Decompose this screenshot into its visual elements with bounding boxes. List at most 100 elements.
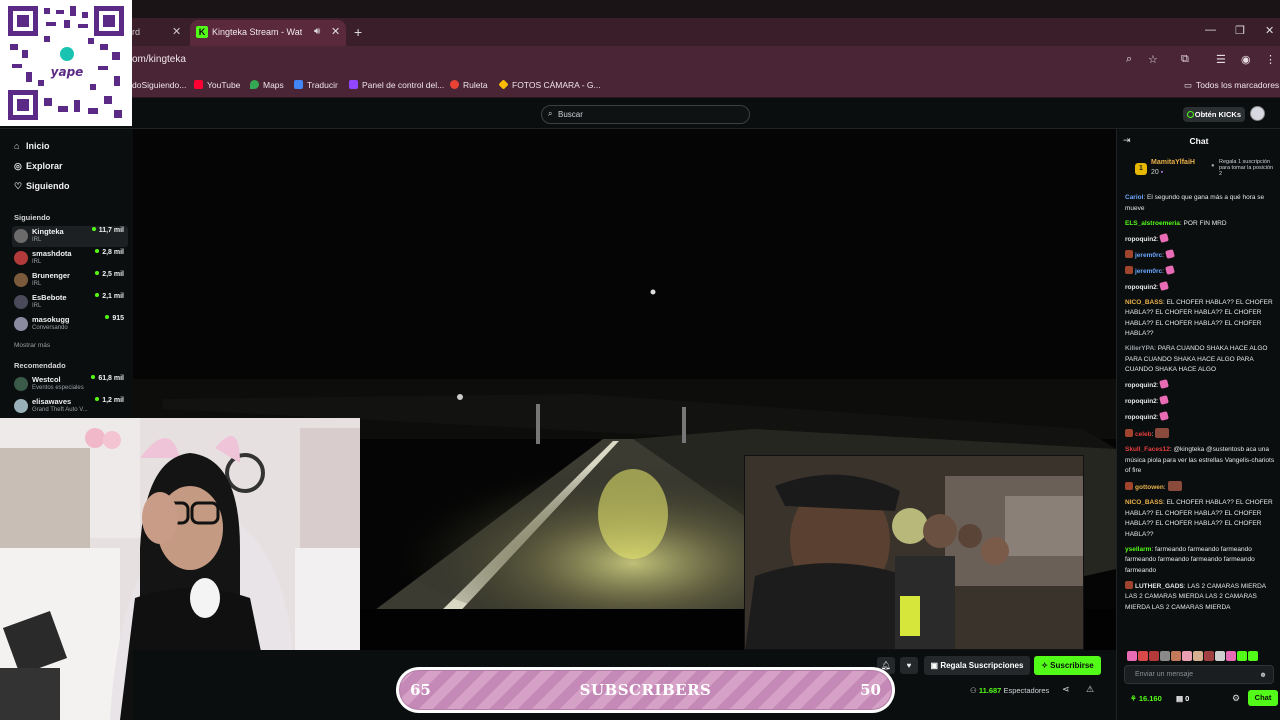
emote-icon[interactable] <box>1248 651 1258 661</box>
menu-icon[interactable]: ⋮ <box>1265 53 1276 66</box>
emote-icon[interactable] <box>1226 651 1236 661</box>
new-tab-icon[interactable]: + <box>354 24 362 40</box>
extensions-icon[interactable]: ⧉ <box>1181 53 1189 66</box>
media-icon[interactable]: ☰ <box>1216 53 1226 66</box>
user-avatar[interactable] <box>1250 106 1265 121</box>
get-kicks-label: Obtén KICKs <box>1194 110 1241 119</box>
chat-placeholder: Enviar un mensaje <box>1135 671 1193 678</box>
kicks-balance[interactable]: ▤ 0 <box>1176 694 1189 703</box>
chat-username[interactable]: Skull_Faces12 <box>1125 446 1170 453</box>
channel-smashdota[interactable]: smashdota IRL 2,8 mil <box>12 248 128 269</box>
chat-settings-icon[interactable]: ⚙ <box>1232 693 1240 704</box>
chat-username[interactable]: celeb <box>1135 431 1152 438</box>
chat-panel: ⇥ Chat 1 MamitaYlfaiH 20 ▪ Regala 1 susc… <box>1116 129 1280 720</box>
chat-username[interactable]: NICO_BASS <box>1125 299 1163 306</box>
channel-elisawaves[interactable]: elisawaves Grand Theft Auto V... 1,2 mil <box>12 396 128 417</box>
chat-username[interactable]: jerem0rc <box>1135 268 1162 275</box>
minimize-icon[interactable]: — <box>1205 24 1216 36</box>
chat-username[interactable]: ropoquin2 <box>1125 236 1157 243</box>
bookmark-fotos[interactable]: FOTOS CÁMARA - G... <box>498 79 601 90</box>
chat-username[interactable]: ropoquin2 <box>1125 382 1157 389</box>
bookmark-traducir[interactable]: Traducir <box>294 80 338 90</box>
emote-icon[interactable] <box>1215 651 1225 661</box>
bookmark-panel[interactable]: Panel de control del... <box>349 80 444 90</box>
show-more-link[interactable]: Mostrar más <box>14 342 50 349</box>
channel-name: masokugg <box>32 315 70 324</box>
chat-username[interactable]: Cariol <box>1125 194 1143 201</box>
emote-icon[interactable] <box>1138 651 1148 661</box>
emote-icon[interactable] <box>1127 651 1137 661</box>
channel-masokugg[interactable]: masokugg Conversando 915 <box>12 314 128 335</box>
emote-icon[interactable] <box>1160 651 1170 661</box>
search-input[interactable]: ⌕ Buscar <box>541 105 750 124</box>
emote-icon[interactable] <box>1182 651 1192 661</box>
speaker-icon[interactable]: 🔊︎ <box>314 26 320 37</box>
following-title: Siguiendo <box>14 213 51 222</box>
subscribe-button[interactable]: ✧ Suscribirse <box>1034 656 1101 675</box>
emote-icon[interactable] <box>1204 651 1214 661</box>
emote-icon[interactable] <box>1193 651 1203 661</box>
emote-icon[interactable] <box>1237 651 1247 661</box>
report-icon[interactable]: ⚠ <box>1086 684 1094 695</box>
channel-kingteka[interactable]: Kingteka IRL 11,7 mil <box>12 226 128 247</box>
sidebar-item-siguiendo[interactable]: ♡ Siguiendo <box>14 181 70 192</box>
star-icon[interactable]: ☆ <box>1148 53 1158 66</box>
share-icon[interactable]: ⋖ <box>1062 684 1070 695</box>
emote-icon <box>1155 428 1170 438</box>
viewer-count: 2,1 mil <box>95 293 124 300</box>
url-field[interactable]: om/kingteka <box>132 54 186 65</box>
leader-prompt[interactable]: Regala 1 suscripción para tomar la posic… <box>1211 159 1277 177</box>
emote-icon[interactable] <box>1149 651 1159 661</box>
chat-message: LUTHER_GADS: LAS 2 CAMARAS MIERDA LAS 2 … <box>1125 580 1275 614</box>
browser-tab-inactive[interactable]: rd ✕ <box>132 22 188 42</box>
gift-subs-button[interactable]: ▣ Regala Suscripciones <box>924 656 1030 675</box>
sidebar-item-explorar[interactable]: ◎ Explorar <box>14 161 63 172</box>
chat-username[interactable]: ELS_alstroemeria <box>1125 220 1180 227</box>
get-kicks-button[interactable]: Obtén KICKs <box>1183 107 1245 122</box>
all-bookmarks[interactable]: ▭ Todos los marcadores <box>1184 80 1279 91</box>
profile-icon[interactable]: ◉ <box>1241 53 1251 66</box>
gift-leaderboard: 1 MamitaYlfaiH 20 ▪ Regala 1 suscripción… <box>1125 157 1275 185</box>
channel-brunenger[interactable]: Brunenger IRL 2,5 mil <box>12 270 128 291</box>
chat-username[interactable]: ropoquin2 <box>1125 414 1157 421</box>
leader-count: 20 ▪ <box>1151 169 1163 176</box>
channel-category: Conversando <box>32 325 68 331</box>
bookmark-siguiendo[interactable]: doSiguiendo... <box>132 80 186 90</box>
chat-username[interactable]: LUTHER_GADS <box>1135 583 1184 590</box>
tab-title: rd <box>132 27 141 37</box>
chat-username[interactable]: jerem0rc <box>1135 252 1162 259</box>
chat-username[interactable]: KillerYPA <box>1125 345 1154 352</box>
sidebar-item-inicio[interactable]: ⌂ Inicio <box>14 141 50 151</box>
bookmark-label: Maps <box>263 80 284 90</box>
chat-input[interactable]: Enviar un mensaje ☻ <box>1124 665 1274 684</box>
bookmark-youtube[interactable]: YouTube <box>194 80 240 90</box>
close-window-icon[interactable]: ✕ <box>1265 24 1274 37</box>
follow-heart-icon[interactable]: ♥ <box>900 657 918 674</box>
bookmark-maps[interactable]: Maps <box>250 80 284 90</box>
leader-name[interactable]: MamitaYlfaiH <box>1151 159 1195 166</box>
chat-username[interactable]: gottowen <box>1135 484 1164 491</box>
home-icon: ⌂ <box>14 141 20 151</box>
channel-category: IRL <box>32 237 42 243</box>
restore-icon[interactable]: ❐ <box>1235 24 1245 37</box>
chat-message: ropoquin2: <box>1125 232 1275 246</box>
zoom-icon[interactable]: ⌕ <box>1126 53 1132 66</box>
bookmark-ruleta[interactable]: Ruleta <box>450 80 488 90</box>
chat-username[interactable]: ropoquin2 <box>1125 398 1157 405</box>
chat-username[interactable]: ysellarm <box>1125 546 1151 553</box>
channel-points[interactable]: ⚘ 16.160 <box>1130 694 1162 703</box>
emote-icon[interactable] <box>1171 651 1181 661</box>
avatar <box>14 251 28 265</box>
channel-westcol[interactable]: Westcol Eventos especiales 61,8 mil <box>12 374 128 395</box>
chat-username[interactable]: ropoquin2 <box>1125 284 1157 291</box>
gift-subs-label: Regala Suscripciones <box>940 661 1024 670</box>
emote-icon <box>1167 481 1182 491</box>
chat-send-button[interactable]: Chat <box>1248 690 1278 706</box>
chat-username[interactable]: NICO_BASS <box>1125 499 1163 506</box>
emoji-icon[interactable]: ☻ <box>1259 670 1267 679</box>
channel-esbebote[interactable]: EsBebote IRL 2,1 mil <box>12 292 128 313</box>
browser-tab-active[interactable]: K Kingteka Stream - Watch Li 🔊︎ ✕ <box>190 20 346 46</box>
channel-name: elisawaves <box>32 397 72 406</box>
close-tab-icon[interactable]: ✕ <box>172 22 181 42</box>
close-tab-icon[interactable]: ✕ <box>331 25 340 38</box>
